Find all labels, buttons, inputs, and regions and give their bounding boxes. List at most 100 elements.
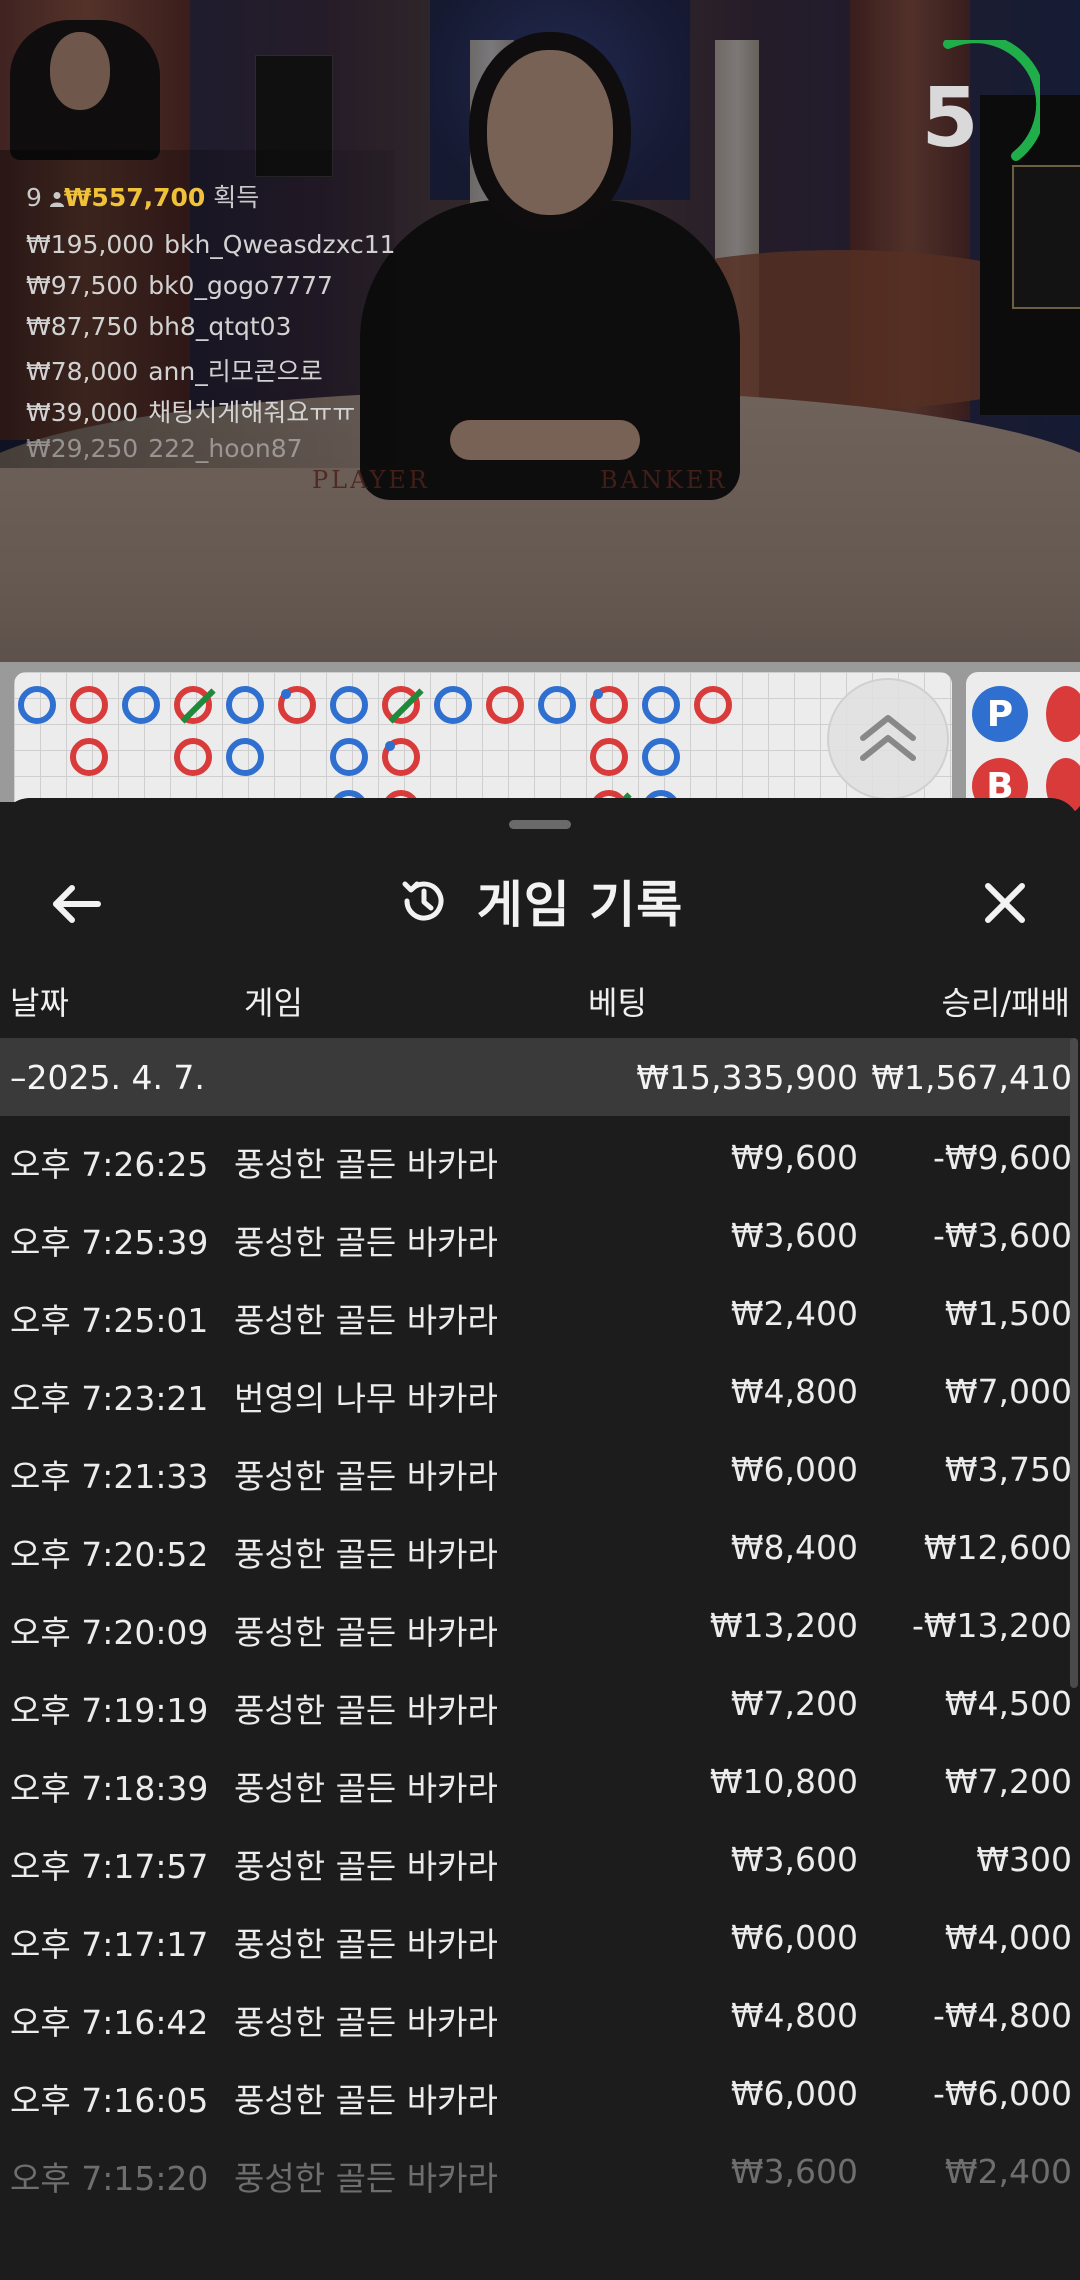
- row-result: -₩4,800: [932, 1996, 1072, 2035]
- row-bet: ₩3,600: [730, 1216, 858, 1255]
- row-result: ₩1,500: [944, 1294, 1072, 1333]
- history-row[interactable]: 오후 7:26:25 풍성한 골든 바카라 ₩9,600 -₩9,600: [0, 1118, 1072, 1196]
- row-result: ₩4,000: [944, 1918, 1072, 1957]
- bead-banker: [486, 686, 524, 724]
- row-time: 오후 7:16:05: [10, 2081, 209, 2120]
- scoreboard-strip: P B: [0, 662, 1080, 814]
- summary-date: –2025. 4. 7.: [10, 1058, 205, 1097]
- row-result: ₩12,600: [923, 1528, 1072, 1567]
- row-time: 오후 7:26:25: [10, 1145, 209, 1184]
- chevron-double-up-icon: [860, 715, 916, 761]
- row-bet: ₩9,600: [730, 1138, 858, 1177]
- summary-bet: ₩15,335,900: [636, 1058, 858, 1097]
- close-button[interactable]: [970, 874, 1040, 934]
- row-result: -₩6,000: [932, 2074, 1072, 2113]
- history-scrollbar[interactable]: [1070, 1038, 1078, 1688]
- history-row[interactable]: 오후 7:20:52 풍성한 골든 바카라 ₩8,400 ₩12,600: [0, 1508, 1072, 1586]
- row-game: 풍성한 골든 바카라: [234, 1223, 498, 1262]
- person-icon: [49, 184, 64, 207]
- winner-row: ₩29,250 222_hoon87: [26, 434, 303, 463]
- history-row[interactable]: 오후 7:18:39 풍성한 골든 바카라 ₩10,800 ₩7,200: [0, 1742, 1072, 1820]
- bead-player: [18, 686, 56, 724]
- row-time: 오후 7:15:20: [10, 2159, 209, 2198]
- history-row[interactable]: 오후 7:16:42 풍성한 골든 바카라 ₩4,800 -₩4,800: [0, 1976, 1072, 2054]
- row-time: 오후 7:18:39: [10, 1769, 209, 1808]
- history-row[interactable]: 오후 7:23:21 번영의 나무 바카라 ₩4,800 ₩7,000: [0, 1352, 1072, 1430]
- sheet-drag-handle[interactable]: [509, 820, 571, 829]
- row-time: 오후 7:20:09: [10, 1613, 209, 1652]
- bead-player: [330, 738, 368, 776]
- history-list: 오후 7:26:25 풍성한 골든 바카라 ₩9,600 -₩9,600 오후 …: [0, 1118, 1072, 2210]
- bead-player: [226, 686, 264, 724]
- bead-player: [330, 686, 368, 724]
- row-bet: ₩6,000: [730, 1450, 858, 1489]
- column-game: 게임: [244, 984, 303, 1022]
- history-row[interactable]: 오후 7:16:05 풍성한 골든 바카라 ₩6,000 -₩6,000: [0, 2054, 1072, 2132]
- column-date: 날짜: [10, 984, 69, 1022]
- row-bet: ₩2,400: [730, 1294, 858, 1333]
- bead-road[interactable]: [14, 672, 952, 802]
- back-button[interactable]: [40, 874, 110, 934]
- row-game: 번영의 나무 바카라: [234, 1379, 498, 1418]
- row-game: 풍성한 골든 바카라: [234, 1301, 498, 1340]
- history-row[interactable]: 오후 7:25:01 풍성한 골든 바카라 ₩2,400 ₩1,500: [0, 1274, 1072, 1352]
- row-bet: ₩6,000: [730, 1918, 858, 1957]
- row-bet: ₩6,000: [730, 2074, 858, 2113]
- row-time: 오후 7:16:42: [10, 2003, 209, 2042]
- winner-row: ₩39,000 채팅치게해줘요ㅠㅠ: [26, 398, 356, 427]
- row-bet: ₩4,800: [730, 1372, 858, 1411]
- bead-player: [434, 686, 472, 724]
- winner-row: ₩195,000 bkh_Qweasdzxc11: [26, 230, 396, 259]
- player-prediction-chip[interactable]: P: [972, 686, 1028, 742]
- winners-total-suffix: 획득: [213, 183, 260, 212]
- row-time: 오후 7:25:01: [10, 1301, 209, 1340]
- bead-banker: [694, 686, 732, 724]
- history-column-headers: 날짜 게임 베팅 승리/패배: [0, 968, 1080, 1028]
- history-row[interactable]: 오후 7:19:19 풍성한 골든 바카라 ₩7,200 ₩4,500: [0, 1664, 1072, 1742]
- bead-player: [642, 738, 680, 776]
- bead-banker: [70, 686, 108, 724]
- history-row[interactable]: 오후 7:17:17 풍성한 골든 바카라 ₩6,000 ₩4,000: [0, 1898, 1072, 1976]
- row-game: 풍성한 골든 바카라: [234, 1769, 498, 1808]
- row-time: 오후 7:17:17: [10, 1925, 209, 1964]
- winner-row: ₩97,500 bk0_gogo7777: [26, 271, 333, 300]
- row-game: 풍성한 골든 바카라: [234, 2003, 498, 2042]
- row-bet: ₩10,800: [709, 1762, 858, 1801]
- bead-banker: [382, 738, 420, 776]
- history-row[interactable]: 오후 7:20:09 풍성한 골든 바카라 ₩13,200 -₩13,200: [0, 1586, 1072, 1664]
- row-bet: ₩7,200: [730, 1684, 858, 1723]
- bead-player: [642, 686, 680, 724]
- row-bet: ₩4,800: [730, 1996, 858, 2035]
- app-screen: PLAYER BANKER 9 ₩557,700 획득 ₩195,000 bkh_…: [0, 0, 1080, 2280]
- row-bet: ₩8,400: [730, 1528, 858, 1567]
- expand-roads-button[interactable]: [827, 678, 949, 800]
- row-time: 오후 7:19:19: [10, 1691, 209, 1730]
- row-game: 풍성한 골든 바카라: [234, 1925, 498, 1964]
- back-arrow-icon: [53, 885, 101, 923]
- banker-chip-partial: [1046, 686, 1080, 742]
- history-row[interactable]: 오후 7:21:33 풍성한 골든 바카라 ₩6,000 ₩3,750: [0, 1430, 1072, 1508]
- winners-total: 9 ₩557,700 획득: [26, 178, 259, 214]
- row-bet: ₩13,200: [709, 1606, 858, 1645]
- row-bet: ₩3,600: [730, 1840, 858, 1879]
- bead-banker: [174, 686, 216, 724]
- winners-total-amount: ₩557,700: [63, 183, 206, 212]
- row-result: ₩7,000: [944, 1372, 1072, 1411]
- history-row[interactable]: 오후 7:17:57 풍성한 골든 바카라 ₩3,600 ₩300: [0, 1820, 1072, 1898]
- row-time: 오후 7:17:57: [10, 1847, 209, 1886]
- date-summary-row[interactable]: –2025. 4. 7. ₩15,335,900 ₩1,567,410: [0, 1038, 1072, 1116]
- history-row[interactable]: 오후 7:25:39 풍성한 골든 바카라 ₩3,600 -₩3,600: [0, 1196, 1072, 1274]
- close-icon: [985, 883, 1025, 923]
- row-result: ₩300: [976, 1840, 1072, 1879]
- bead-banker: [278, 686, 316, 724]
- row-game: 풍성한 골든 바카라: [234, 1847, 498, 1886]
- row-game: 풍성한 골든 바카라: [234, 1613, 498, 1652]
- bead-player: [538, 686, 576, 724]
- side-road[interactable]: P B: [966, 672, 1080, 814]
- game-history-sheet: 게임 기록 날짜 게임 베팅 승리/패배 –2025. 4. 7. ₩15,33…: [0, 798, 1080, 2280]
- bead-banker: [590, 738, 628, 776]
- history-row[interactable]: 오후 7:15:20 풍성한 골든 바카라 ₩3,600 ₩2,400: [0, 2132, 1072, 2210]
- row-time: 오후 7:21:33: [10, 1457, 209, 1496]
- winners-count: 9: [26, 183, 42, 212]
- column-result: 승리/패배: [941, 984, 1070, 1022]
